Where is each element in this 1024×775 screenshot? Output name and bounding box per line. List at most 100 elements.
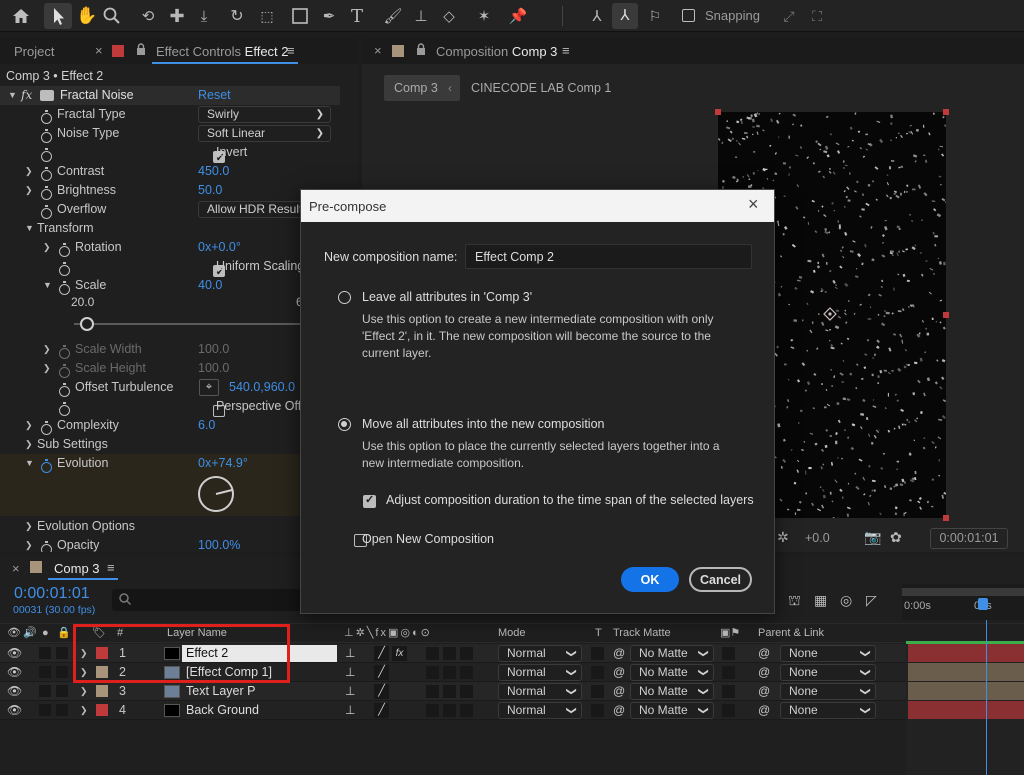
local-axis-icon[interactable]: ⅄ [586, 5, 608, 27]
dolly-tool-icon[interactable]: ⤓ [194, 5, 214, 27]
option1-label[interactable]: Leave all attributes in 'Comp 3' [362, 290, 532, 304]
shy-switch-icon[interactable]: ⊥ [345, 682, 355, 701]
snap-features-icon[interactable]: ⛶ [806, 5, 828, 27]
layer-name[interactable]: Back Ground [186, 701, 259, 720]
expand-triangle-icon[interactable]: ❯ [43, 359, 53, 378]
stopwatch-active-icon[interactable] [41, 459, 52, 474]
timeline-search-input[interactable] [112, 589, 312, 611]
lock-icon[interactable] [416, 43, 426, 56]
expand-triangle-icon[interactable]: ▼ [43, 276, 53, 295]
roto-tool-icon[interactable]: ✶ [472, 5, 496, 27]
evolution-value[interactable]: 0x+74.9° [198, 454, 248, 473]
parent-pickwhip-icon[interactable]: @ [758, 701, 770, 720]
prop-transform[interactable]: ▼ Transform [0, 219, 340, 238]
matte-pickwhip-icon[interactable]: @ [613, 701, 625, 720]
stopwatch-icon[interactable] [41, 541, 52, 552]
switch-box[interactable] [443, 666, 456, 679]
camera-icon[interactable]: 📷 [864, 529, 881, 546]
eye-icon[interactable]: 👁 [7, 701, 22, 720]
column-mode[interactable]: Mode [498, 624, 526, 643]
expand-triangle-icon[interactable]: ❯ [80, 701, 90, 720]
switch-box[interactable] [460, 647, 473, 660]
bounding-handle[interactable] [715, 109, 721, 115]
eraser-tool-icon[interactable]: ◇ [438, 5, 460, 27]
tab-project[interactable]: Project [14, 44, 54, 59]
stopwatch-icon[interactable] [41, 167, 52, 182]
track-matte-dropdown[interactable]: No Matte ❯ [630, 645, 714, 662]
stopwatch-icon[interactable] [59, 243, 70, 258]
expand-triangle-icon[interactable]: ❯ [25, 416, 35, 435]
work-area-bar[interactable] [902, 588, 1024, 596]
fractal-type-dropdown[interactable]: Swirly ❯ [198, 106, 331, 123]
expand-triangle-icon[interactable]: ❯ [25, 536, 35, 552]
switch-box[interactable] [460, 704, 473, 717]
bounding-handle[interactable] [943, 515, 949, 521]
lock-box[interactable] [56, 685, 68, 697]
panel-menu-icon[interactable]: ≡ [287, 43, 295, 58]
quality-switch-box[interactable]: ╱ [374, 703, 389, 718]
switch-box[interactable] [460, 685, 473, 698]
adjust-duration-label[interactable]: Adjust composition duration to the time … [386, 493, 754, 507]
puppet-tool-icon[interactable]: 📌 [506, 5, 530, 27]
expand-triangle-icon[interactable]: ❯ [25, 162, 35, 181]
mode-dropdown[interactable]: Normal ❯ [498, 645, 582, 662]
parent-dropdown[interactable]: None ❯ [780, 645, 876, 662]
switch-box[interactable] [426, 647, 439, 660]
track-bar-3[interactable] [908, 682, 1024, 700]
type-tool-icon[interactable]: T [346, 4, 368, 28]
scale-slider-handle[interactable] [80, 317, 94, 331]
preserve-transparency-box[interactable] [591, 704, 604, 717]
track-bar-4[interactable] [908, 701, 1024, 719]
eye-icon[interactable]: 👁 [7, 682, 22, 701]
ok-button[interactable]: OK [621, 567, 679, 592]
quality-switch-box[interactable]: ╱ [374, 646, 389, 661]
layer-label-swatch[interactable] [96, 685, 108, 697]
crosshair-icon[interactable]: ⌖ [199, 379, 219, 396]
evolution-angle-dial[interactable] [197, 475, 235, 513]
prop-evolution-options[interactable]: ❯ Evolution Options [0, 517, 340, 536]
fx-icon[interactable]: fx [21, 86, 32, 105]
panel-menu-icon[interactable]: ≡ [562, 43, 570, 58]
stopwatch-icon[interactable] [59, 383, 70, 398]
column-track-matte[interactable]: Track Matte [613, 624, 671, 643]
stopwatch-icon[interactable] [41, 148, 52, 163]
radio-leave-attributes[interactable] [338, 291, 351, 304]
parent-dropdown[interactable]: None ❯ [780, 664, 876, 681]
preserve-transparency-box[interactable] [591, 666, 604, 679]
switches-column-icons[interactable]: ⊥✲╲fx▣◎◐⊙ [344, 624, 432, 643]
lock-box[interactable] [56, 704, 68, 716]
brightness-value[interactable]: 50.0 [198, 181, 222, 200]
clone-tool-icon[interactable]: ⊥ [410, 5, 432, 27]
quality-switch-box[interactable]: ╱ [374, 684, 389, 699]
motion-blur-icon[interactable]: ◎ [840, 592, 852, 609]
close-icon[interactable]: × [95, 43, 103, 58]
stopwatch-icon[interactable] [41, 186, 52, 201]
lock-box[interactable] [56, 647, 68, 659]
layer-name[interactable]: Text Layer P [186, 682, 255, 701]
solo-box[interactable] [39, 647, 51, 659]
mode-dropdown[interactable]: Normal ❯ [498, 664, 582, 681]
timeline-timecode[interactable]: 0:00:01:01 [14, 585, 90, 603]
matte-pickwhip-icon[interactable]: @ [613, 682, 625, 701]
cancel-button[interactable]: Cancel [689, 567, 752, 592]
hand-tool-icon[interactable]: ✋ [76, 4, 98, 28]
matte-alpha-box[interactable] [722, 685, 735, 698]
eye-icon[interactable]: 👁 [7, 663, 22, 682]
eye-icon[interactable]: 👁 [7, 644, 22, 663]
tab-comp3[interactable]: Comp 3 [54, 561, 100, 576]
stopwatch-icon[interactable] [59, 262, 70, 277]
lock-box[interactable] [56, 666, 68, 678]
preserve-transparency-box[interactable] [591, 685, 604, 698]
close-icon[interactable]: × [12, 561, 20, 576]
solo-box[interactable] [39, 666, 51, 678]
current-time-indicator[interactable] [978, 598, 988, 610]
parent-pickwhip-icon[interactable]: @ [758, 663, 770, 682]
comp-name-input[interactable]: Effect Comp 2 [465, 244, 752, 269]
selection-tool-icon[interactable] [44, 3, 72, 29]
stopwatch-icon[interactable] [59, 281, 70, 296]
preserve-transparency-box[interactable] [591, 647, 604, 660]
solo-box[interactable] [39, 704, 51, 716]
stopwatch-icon[interactable] [41, 129, 52, 144]
world-axis-icon[interactable]: ⅄ [612, 3, 638, 29]
breadcrumb-cinecode[interactable]: CINECODE LAB Comp 1 [471, 81, 611, 95]
